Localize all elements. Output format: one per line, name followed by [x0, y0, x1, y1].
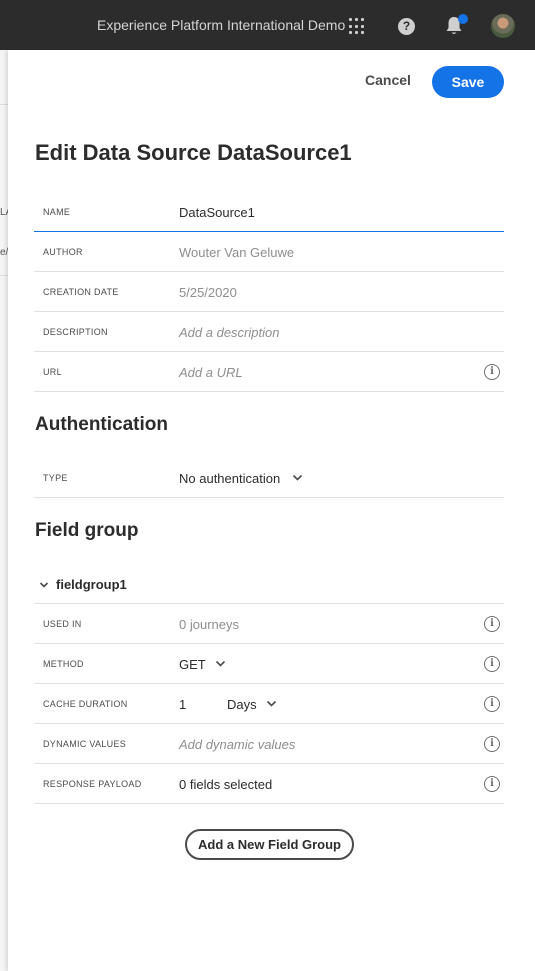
description-input[interactable]: Add a description [179, 325, 279, 340]
creation-date-label: CREATION DATE [43, 287, 119, 297]
background-page [0, 50, 8, 971]
cache-duration-label: CACHE DURATION [43, 699, 128, 709]
response-payload-row[interactable]: RESPONSE PAYLOAD 0 fields selected i [34, 764, 504, 804]
dynamic-values-row[interactable]: DYNAMIC VALUES Add dynamic values i [34, 724, 504, 764]
author-value: Wouter Van Geluwe [179, 245, 295, 260]
method-dropdown[interactable]: GET [179, 657, 206, 672]
cancel-button[interactable]: Cancel [358, 72, 418, 92]
add-field-group-button[interactable]: Add a New Field Group [185, 829, 354, 860]
info-icon[interactable]: i [484, 776, 500, 792]
notification-badge [458, 14, 468, 24]
page-title: Edit Data Source DataSource1 [35, 140, 352, 165]
edit-data-source-panel: Cancel Save Edit Data Source DataSource1… [8, 50, 535, 971]
chevron-down-icon[interactable] [292, 472, 303, 483]
url-label: URL [43, 367, 62, 377]
field-group-heading: Field group [35, 520, 139, 541]
org-switcher[interactable]: Experience Platform International Demo [97, 17, 345, 33]
auth-type-label: TYPE [43, 473, 68, 483]
response-payload-label: RESPONSE PAYLOAD [43, 779, 142, 789]
field-group-accordion[interactable]: fieldgroup1 [34, 572, 504, 604]
cache-duration-input[interactable]: 1 [179, 697, 186, 712]
author-row: AUTHOR Wouter Van Geluwe [34, 232, 504, 272]
chevron-down-icon[interactable] [266, 698, 277, 709]
used-in-value: 0 journeys [179, 617, 239, 632]
info-icon[interactable]: i [484, 364, 500, 380]
field-group-name[interactable]: fieldgroup1 [56, 577, 127, 592]
url-input[interactable]: Add a URL [179, 365, 243, 380]
dynamic-values-label: DYNAMIC VALUES [43, 739, 127, 749]
name-field-row[interactable]: NAME DataSource1 [34, 192, 504, 232]
auth-type-dropdown[interactable]: No authentication [179, 471, 280, 486]
method-label: METHOD [43, 659, 84, 669]
cache-duration-row[interactable]: CACHE DURATION 1 Days i [34, 684, 504, 724]
used-in-row: USED IN 0 journeys i [34, 604, 504, 644]
name-input[interactable]: DataSource1 [179, 205, 255, 220]
description-row[interactable]: DESCRIPTION Add a description [34, 312, 504, 352]
info-icon[interactable]: i [484, 736, 500, 752]
author-label: AUTHOR [43, 247, 83, 257]
info-icon[interactable]: i [484, 616, 500, 632]
used-in-label: USED IN [43, 619, 82, 629]
authentication-heading: Authentication [35, 414, 168, 435]
apps-icon[interactable] [349, 18, 366, 35]
avatar[interactable] [491, 14, 515, 38]
creation-date-row: CREATION DATE 5/25/2020 [34, 272, 504, 312]
dynamic-values-input[interactable]: Add dynamic values [179, 737, 295, 752]
info-icon[interactable]: i [484, 656, 500, 672]
background-divider [0, 104, 8, 105]
url-row[interactable]: URL Add a URL i [34, 352, 504, 392]
description-label: DESCRIPTION [43, 327, 108, 337]
save-button[interactable]: Save [432, 66, 504, 98]
creation-date-value: 5/25/2020 [179, 285, 237, 300]
background-divider [0, 275, 8, 276]
method-row[interactable]: METHOD GET i [34, 644, 504, 684]
top-bar: Experience Platform International Demo ? [0, 0, 535, 50]
chevron-down-icon[interactable] [39, 580, 49, 590]
info-icon[interactable]: i [484, 696, 500, 712]
help-icon[interactable]: ? [398, 18, 415, 35]
name-label: NAME [43, 207, 71, 217]
auth-type-row[interactable]: TYPE No authentication [34, 458, 504, 498]
response-payload-value[interactable]: 0 fields selected [179, 777, 272, 792]
chevron-down-icon[interactable] [215, 658, 226, 669]
cache-unit-dropdown[interactable]: Days [227, 697, 257, 712]
